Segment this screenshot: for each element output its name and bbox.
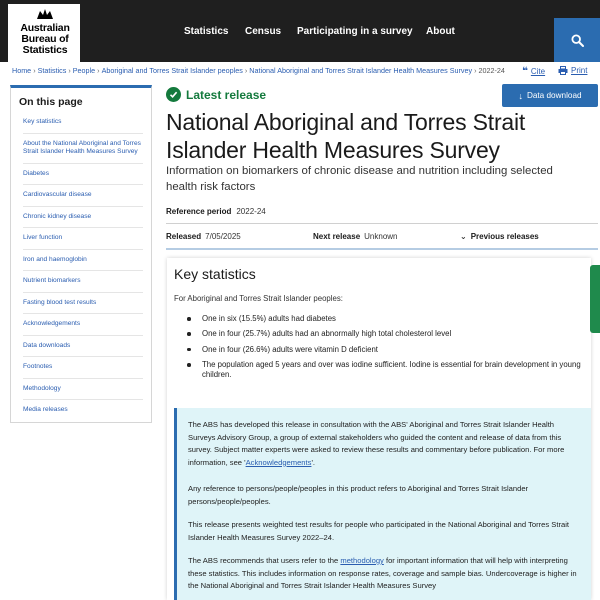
breadcrumb-current: 2022-24: [478, 66, 505, 75]
previous-releases-toggle[interactable]: ⌄ Previous releases: [460, 232, 543, 241]
printer-icon: [558, 66, 568, 75]
print-link[interactable]: Print: [558, 66, 587, 75]
sidebar-item-kidney[interactable]: Chronic kidney disease: [23, 207, 143, 228]
check-circle-icon: [166, 87, 181, 102]
sidebar-item-footnotes[interactable]: Footnotes: [23, 357, 143, 379]
abs-logo[interactable]: Australian Bureau of Statistics: [8, 4, 80, 62]
key-statistics-heading: Key statistics: [174, 266, 256, 282]
breadcrumb-statistics[interactable]: Statistics: [38, 66, 67, 75]
divider: [166, 223, 598, 224]
key-statistics-card: Key statistics For Aboriginal and Torres…: [167, 258, 591, 600]
info-note: The ABS has developed this release in co…: [174, 408, 591, 600]
logo-line-3: Statistics: [22, 44, 68, 56]
divider-accent: [166, 248, 598, 250]
sidebar-item-data-downloads[interactable]: Data downloads: [23, 336, 143, 357]
nav-statistics[interactable]: Statistics: [184, 0, 228, 62]
list-item: One in four (25.7%) adults had an abnorm…: [187, 329, 587, 339]
breadcrumb: Home › Statistics › People › Aboriginal and To…: [12, 66, 505, 75]
chevron-down-icon: ⌄: [460, 232, 467, 241]
sidebar-item-key-statistics[interactable]: Key statistics: [23, 112, 143, 134]
sidebar-item-cardiovascular[interactable]: Cardiovascular disease: [23, 185, 143, 207]
acknowledgements-link[interactable]: Acknowledgements: [246, 458, 312, 467]
list-item: One in four (26.6%) adults were vitamin …: [187, 345, 587, 355]
page-title: National Aboriginal and Torres Strait Is…: [166, 109, 526, 163]
breadcrumb-atsi-peoples[interactable]: Aboriginal and Torres Strait Islander pe…: [102, 66, 243, 75]
latest-release-badge: Latest release: [166, 87, 266, 102]
logo-line-2: Bureau of: [21, 33, 69, 45]
methodology-link[interactable]: methodology: [340, 556, 383, 565]
quote-icon: ❝: [522, 66, 528, 77]
breadcrumb-home[interactable]: Home: [12, 66, 31, 75]
search-icon: [570, 33, 584, 47]
nav-about[interactable]: About: [426, 0, 455, 62]
cite-link[interactable]: ❝ Cite: [522, 66, 545, 77]
sidebar-item-iron[interactable]: Iron and haemoglobin: [23, 250, 143, 271]
breadcrumb-survey[interactable]: National Aboriginal and Torres Strait Is…: [249, 66, 472, 75]
search-button[interactable]: [554, 18, 600, 62]
site-header: Australian Bureau of Statistics Statisti…: [0, 0, 600, 62]
sidebar-item-acknowledgements[interactable]: Acknowledgements: [23, 314, 143, 336]
data-download-button[interactable]: ↓ Data download: [502, 84, 598, 107]
nav-participating[interactable]: Participating in a survey: [297, 0, 413, 62]
note-paragraph-3: This release presents weighted test resu…: [188, 520, 570, 542]
feedback-tab[interactable]: [590, 265, 600, 333]
sidebar-item-diabetes[interactable]: Diabetes: [23, 164, 143, 185]
nav-census[interactable]: Census: [245, 0, 281, 62]
logo-line-1: Australian: [20, 22, 70, 34]
sidebar-item-nutrient[interactable]: Nutrient biomarkers: [23, 271, 143, 293]
page-subtitle: Information on biomarkers of chronic dis…: [166, 165, 553, 193]
breadcrumb-people[interactable]: People: [73, 66, 95, 75]
key-statistics-intro: For Aboriginal and Torres Strait Islande…: [174, 294, 343, 303]
next-release: Next release Unknown: [313, 232, 398, 241]
released-date: Released 7/05/2025: [166, 232, 241, 241]
list-item: The population aged 5 years and over was…: [187, 360, 587, 380]
note-paragraph-2: Any reference to persons/people/peoples …: [188, 484, 529, 506]
sidebar-title: On this page: [19, 96, 83, 108]
list-item: One in six (15.5%) adults had diabetes: [187, 314, 587, 324]
sidebar-item-methodology[interactable]: Methodology: [23, 379, 143, 400]
sidebar-item-fasting[interactable]: Fasting blood test results: [23, 293, 143, 314]
note-paragraph-4: The ABS recommends that users refer to t…: [188, 556, 577, 590]
sidebar-list: Key statistics About the National Aborig…: [23, 112, 143, 421]
sidebar-item-liver[interactable]: Liver function: [23, 228, 143, 250]
sidebar-item-media-releases[interactable]: Media releases: [23, 400, 143, 421]
on-this-page-nav: On this page Key statistics About the Na…: [10, 85, 152, 423]
sidebar-item-about[interactable]: About the National Aboriginal and Torres…: [23, 134, 143, 164]
arrow-down-icon: ↓: [518, 90, 523, 101]
note-paragraph-1: The ABS has developed this release in co…: [188, 420, 565, 467]
key-statistics-list: One in six (15.5%) adults had diabetes O…: [187, 314, 587, 386]
reference-period: Reference period 2022-24: [166, 207, 266, 216]
coat-of-arms-icon: [37, 9, 53, 19]
